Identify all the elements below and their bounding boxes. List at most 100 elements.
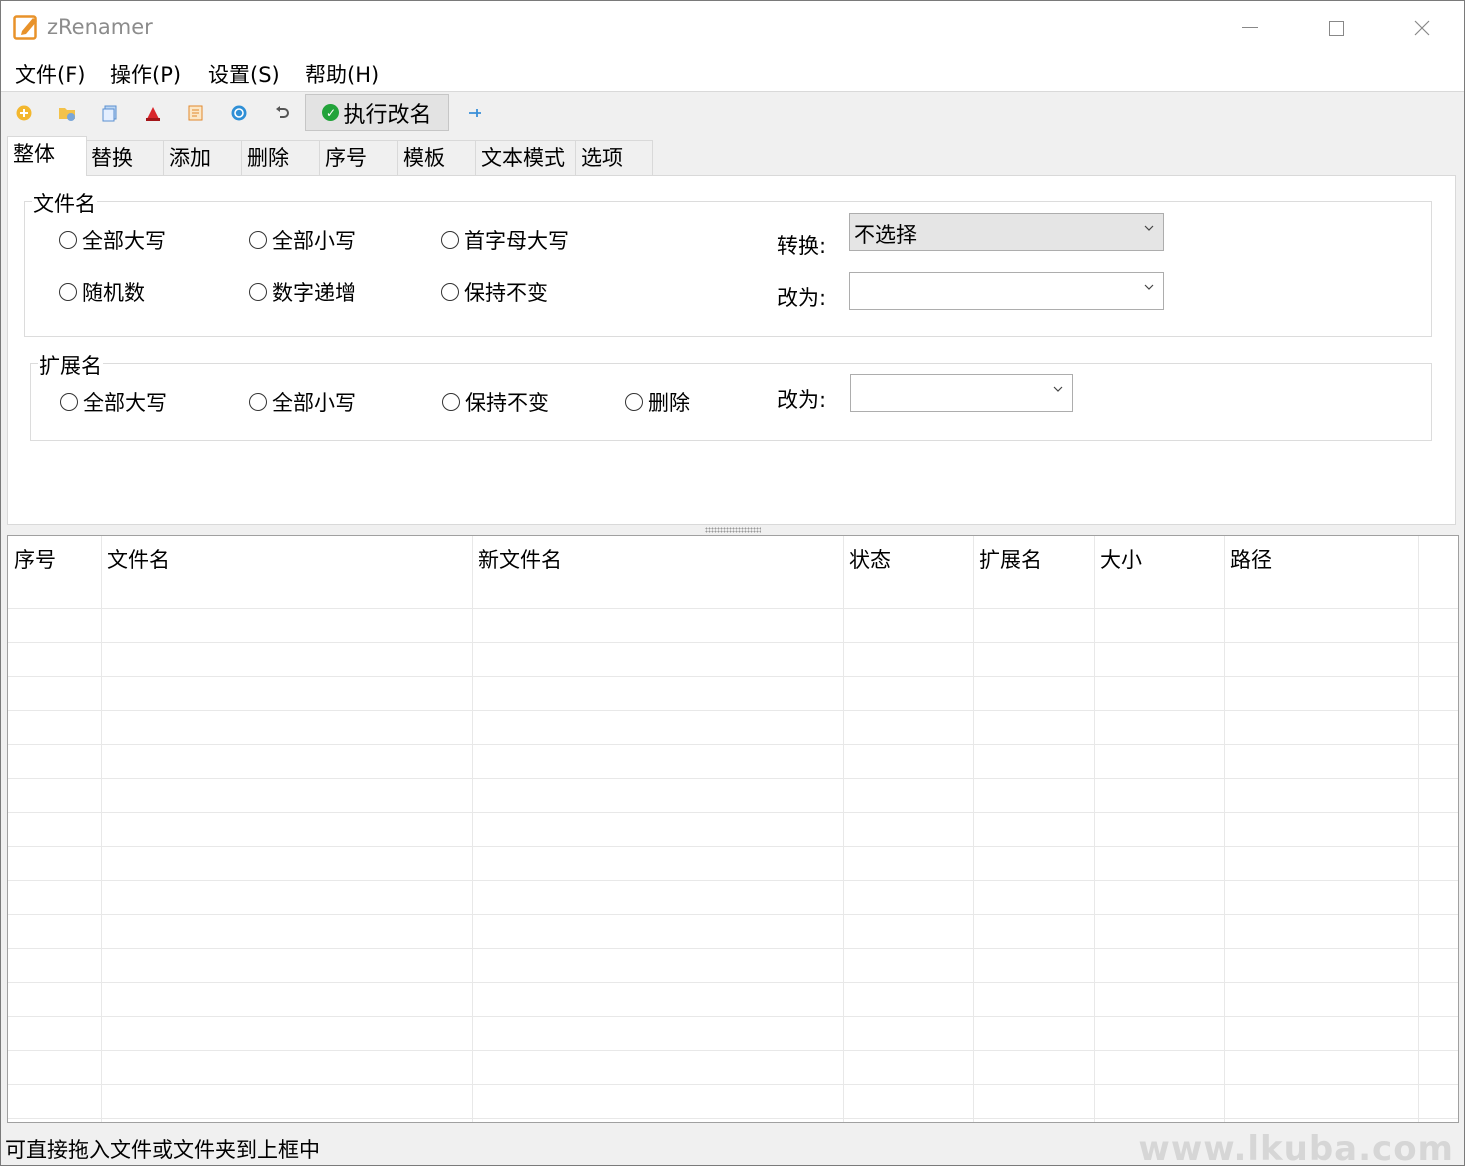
copy-list-icon[interactable] (100, 103, 120, 123)
chevron-down-icon (1144, 284, 1154, 290)
radio-circle-icon (625, 393, 643, 411)
tab-delete[interactable]: 删除 (241, 140, 321, 176)
radio-circle-icon (249, 283, 267, 301)
grid-row-divider (8, 642, 1458, 643)
grid-row-divider (8, 812, 1458, 813)
column-header-filename[interactable]: 文件名 (107, 544, 170, 574)
radio-label: 全部小写 (272, 229, 356, 253)
column-header-new-filename[interactable]: 新文件名 (478, 544, 562, 574)
grid-row-divider (8, 778, 1458, 779)
check-icon: ✓ (322, 104, 340, 121)
window-title: zRenamer (47, 15, 153, 39)
add-folder-icon[interactable] (57, 103, 77, 123)
grid-row-divider (8, 744, 1458, 745)
add-file-icon[interactable] (14, 103, 34, 123)
file-list-grid[interactable]: 序号 文件名 新文件名 状态 扩展名 大小 路径 (7, 535, 1459, 1123)
ext-keep-radio[interactable]: 保持不变 (442, 387, 549, 417)
filename-uppercase-radio[interactable]: 全部大写 (59, 225, 166, 255)
status-text: 可直接拖入文件或文件夹到上框中 (5, 1138, 320, 1162)
radio-circle-icon (441, 231, 459, 249)
chevron-down-icon (1144, 225, 1154, 231)
radio-label: 随机数 (82, 281, 145, 305)
grid-row-divider (8, 1118, 1458, 1119)
tab-overall[interactable]: 整体 (7, 136, 87, 176)
grid-row-divider (8, 608, 1458, 609)
toolbar: ✓ 执行改名 (1, 92, 1464, 134)
edit-list-icon[interactable] (186, 103, 206, 123)
filename-lowercase-radio[interactable]: 全部小写 (249, 225, 356, 255)
title-bar: zRenamer (1, 1, 1464, 55)
extension-group: 扩展名 全部大写 全部小写 保持不变 删除 改为: (30, 350, 1432, 441)
splitter-handle[interactable] (705, 527, 761, 533)
status-bar: 可直接拖入文件或文件夹到上框中 www.lkuba.com (1, 1125, 1464, 1165)
grid-column-divider (1224, 536, 1225, 1122)
chevron-down-icon (1053, 386, 1063, 392)
filename-group: 文件名 全部大写 全部小写 首字母大写 随机数 数字递增 保持不变 转换: 不选… (24, 188, 1432, 337)
app-logo-icon (13, 15, 37, 40)
filename-increment-radio[interactable]: 数字递增 (249, 277, 356, 307)
grid-column-divider (101, 536, 102, 1122)
filename-capitalize-radio[interactable]: 首字母大写 (441, 225, 569, 255)
tab-text-mode[interactable]: 文本模式 (475, 140, 577, 176)
menu-file[interactable]: 文件(F) (15, 59, 85, 89)
convert-select-value: 不选择 (854, 223, 917, 247)
filename-change-to-combo[interactable] (849, 272, 1164, 310)
column-header-path[interactable]: 路径 (1230, 544, 1272, 574)
radio-circle-icon (249, 231, 267, 249)
grid-column-divider (472, 536, 473, 1122)
grid-row-divider (8, 1050, 1458, 1051)
watermark: www.lkuba.com (1138, 1129, 1454, 1166)
maximize-icon (1328, 20, 1344, 36)
refresh-icon[interactable] (229, 103, 249, 123)
radio-label: 数字递增 (272, 281, 356, 305)
tab-replace[interactable]: 替换 (85, 140, 165, 176)
maximize-button[interactable] (1316, 11, 1356, 45)
radio-circle-icon (60, 393, 78, 411)
filename-change-to-label: 改为: (777, 286, 827, 310)
tab-template[interactable]: 模板 (397, 140, 477, 176)
ext-delete-radio[interactable]: 删除 (625, 387, 690, 417)
radio-circle-icon (59, 231, 77, 249)
column-header-extension[interactable]: 扩展名 (979, 544, 1042, 574)
column-header-status[interactable]: 状态 (849, 544, 891, 574)
menu-help[interactable]: 帮助(H) (305, 59, 379, 89)
minimize-button[interactable] (1230, 11, 1270, 45)
grid-row-divider (8, 1016, 1458, 1017)
grid-column-divider (973, 536, 974, 1122)
menu-bar: 文件(F) 操作(P) 设置(S) 帮助(H) (1, 55, 1464, 92)
tab-options[interactable]: 选项 (575, 140, 653, 176)
menu-operation[interactable]: 操作(P) (110, 59, 181, 89)
column-header-index[interactable]: 序号 (14, 544, 56, 574)
ext-uppercase-radio[interactable]: 全部大写 (60, 387, 167, 417)
grid-column-divider (1094, 536, 1095, 1122)
close-button[interactable] (1402, 11, 1442, 45)
undo-icon[interactable] (272, 103, 292, 123)
app-window: zRenamer 文件(F) 操作(P) 设置(S) 帮助(H) ✓ 执行改名 … (0, 0, 1465, 1166)
filename-random-radio[interactable]: 随机数 (59, 277, 145, 307)
radio-label: 全部大写 (83, 391, 167, 415)
filename-keep-radio[interactable]: 保持不变 (441, 277, 548, 307)
extension-group-title: 扩展名 (38, 350, 103, 380)
column-header-size[interactable]: 大小 (1100, 544, 1142, 574)
grid-row-divider (8, 710, 1458, 711)
convert-select[interactable]: 不选择 (849, 213, 1164, 251)
close-icon (1414, 20, 1430, 36)
execute-rename-label: 执行改名 (343, 102, 432, 128)
radio-label: 保持不变 (464, 281, 548, 305)
tab-add[interactable]: 添加 (163, 140, 243, 176)
menu-settings[interactable]: 设置(S) (208, 59, 280, 89)
ext-change-to-label: 改为: (777, 388, 827, 412)
grid-column-divider (843, 536, 844, 1122)
tab-sequence[interactable]: 序号 (319, 140, 399, 176)
grid-row-divider (8, 846, 1458, 847)
clear-icon[interactable] (143, 103, 163, 123)
ext-lowercase-radio[interactable]: 全部小写 (249, 387, 356, 417)
ext-change-to-combo[interactable] (850, 374, 1073, 412)
radio-label: 首字母大写 (464, 229, 569, 253)
radio-label: 全部大写 (82, 229, 166, 253)
radio-circle-icon (59, 283, 77, 301)
pin-icon[interactable] (465, 103, 485, 123)
radio-label: 全部小写 (272, 391, 356, 415)
grid-row-divider (8, 914, 1458, 915)
execute-rename-button[interactable]: ✓ 执行改名 (305, 94, 449, 131)
